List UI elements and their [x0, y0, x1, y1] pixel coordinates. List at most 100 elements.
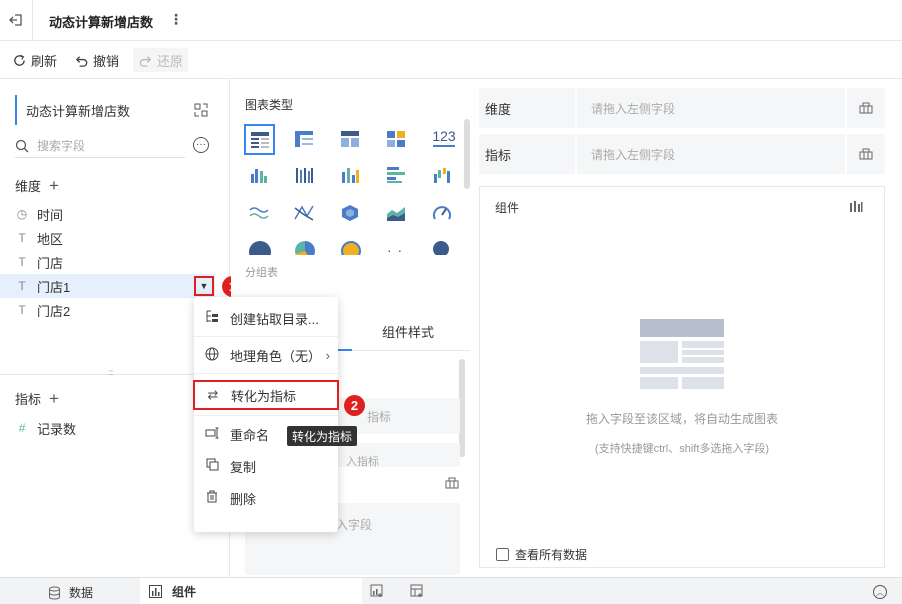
step-badge-2: 2	[344, 395, 365, 416]
tab-component-style[interactable]: 组件样式	[382, 322, 434, 341]
rename-icon	[204, 427, 220, 442]
dimension-shelf-label: 维度	[479, 88, 575, 128]
tooltip: 转化为指标	[287, 426, 358, 446]
add-component-icon[interactable]	[370, 584, 384, 601]
stacked-bar-icon[interactable]	[291, 162, 317, 188]
table-chart-icon[interactable]	[244, 124, 275, 155]
measure-title: 指标	[15, 392, 42, 407]
number-card-icon[interactable]: 123	[429, 124, 459, 150]
menu-divider	[194, 415, 338, 416]
undo-button[interactable]: 撤销	[74, 51, 119, 70]
scatter-chart-icon[interactable]: · ·	[387, 242, 403, 255]
dimension-header: 维度 +	[15, 176, 59, 195]
measure-shelf[interactable]: 请拖入左侧字段	[577, 134, 845, 174]
chart-icon	[149, 584, 162, 598]
more-options-icon[interactable]: ···	[193, 137, 209, 153]
dimension-title: 维度	[15, 179, 42, 194]
list-item[interactable]: ◷ 时间	[15, 202, 215, 226]
chart-type-title: 图表类型	[245, 98, 294, 112]
menu-item-delete[interactable]: 删除	[194, 482, 338, 514]
layout-icon[interactable]	[445, 477, 459, 492]
rose-chart-icon[interactable]	[295, 241, 315, 255]
tab-component[interactable]: 组件	[140, 578, 362, 604]
component-title: 组件	[495, 201, 520, 215]
collapse-icon[interactable]: ︿	[873, 585, 887, 599]
exit-button[interactable]	[0, 0, 33, 40]
chart-row-clipped: · ·	[243, 237, 468, 255]
view-all-data[interactable]: 查看所有数据	[496, 546, 587, 563]
text-icon: T	[18, 231, 26, 245]
menu-item-convert-to-measure[interactable]: ⇄ 转化为指标	[193, 380, 339, 410]
swap-icon: ⇄	[207, 387, 219, 402]
menu-item-create-drill[interactable]: 创建钻取目录...	[194, 302, 338, 334]
empty-chart-illustration	[640, 319, 725, 394]
switch-dataset-icon[interactable]	[194, 103, 208, 120]
dimension-shelf-layout-icon[interactable]	[847, 88, 885, 128]
kpi-card-icon[interactable]	[383, 126, 409, 152]
chevron-right-icon: ›	[325, 347, 330, 363]
redo-button[interactable]: 还原	[133, 48, 189, 72]
area-chart-icon[interactable]	[383, 200, 409, 226]
search-field[interactable]: 搜索字段	[15, 134, 185, 158]
bottom-tab-bar: 数据 组件 ︿	[0, 577, 902, 604]
dataset-selector[interactable]: 动态计算新增店数	[15, 95, 214, 125]
list-item-selected[interactable]: T 门店1	[0, 274, 215, 298]
cross-table-icon[interactable]	[291, 126, 317, 152]
horizontal-bar-icon[interactable]	[383, 162, 409, 188]
list-item[interactable]: # 记录数	[15, 416, 76, 440]
page-title: 动态计算新增店数	[49, 15, 154, 30]
measure-list: # 记录数	[15, 416, 76, 440]
text-icon: T	[18, 303, 26, 317]
top-bar: 动态计算新增店数 ⋮	[0, 0, 902, 41]
search-input[interactable]: 搜索字段	[37, 137, 85, 154]
waterfall-chart-icon[interactable]	[429, 162, 455, 188]
polygon-chart-icon[interactable]	[337, 200, 363, 226]
undo-icon	[75, 56, 88, 67]
bubble-chart-icon[interactable]	[433, 241, 449, 255]
globe-icon	[204, 347, 220, 364]
view-all-checkbox[interactable]	[496, 548, 509, 561]
refresh-button[interactable]: 刷新	[12, 51, 57, 70]
tab-data[interactable]: 数据	[48, 584, 93, 601]
chart-type-grid: 123 · ·	[243, 123, 468, 263]
more-menu-icon[interactable]: ⋮	[169, 11, 183, 28]
measure-header: 指标 +	[15, 389, 59, 408]
menu-item-copy[interactable]: 复制	[194, 450, 338, 482]
database-icon	[49, 586, 60, 600]
dimension-shelf[interactable]: 请拖入左侧字段	[577, 88, 845, 128]
detail-table-icon[interactable]	[337, 126, 363, 152]
dataset-name: 动态计算新增店数	[26, 103, 131, 119]
line-chart-icon[interactable]	[246, 200, 272, 226]
canvas-panel: 维度 请拖入左侧字段 指标 请拖入左侧字段 组件 拖入字段至该区域，将自动生成图…	[472, 79, 902, 577]
field-dropdown-button[interactable]: ▼	[194, 276, 214, 296]
text-icon: T	[18, 279, 26, 293]
redo-icon	[139, 55, 152, 67]
sunburst-chart-icon[interactable]	[341, 241, 361, 255]
menu-divider	[194, 373, 338, 374]
add-dashboard-icon[interactable]	[410, 584, 424, 601]
redo-label: 还原	[157, 53, 184, 69]
chart-settings-icon[interactable]	[849, 200, 863, 215]
add-dimension-icon[interactable]: +	[49, 177, 59, 194]
trash-icon	[204, 490, 220, 506]
group-table-caption: 分组表	[245, 267, 278, 279]
search-icon	[15, 139, 29, 152]
refresh-label: 刷新	[31, 54, 58, 69]
pie-chart-icon[interactable]	[249, 241, 271, 255]
measure-shelf-label: 指标	[479, 134, 575, 174]
list-item[interactable]: T 门店2	[15, 298, 215, 322]
add-measure-icon[interactable]: +	[49, 390, 59, 407]
resize-handle[interactable]: ::::	[108, 368, 114, 377]
list-item[interactable]: T 门店	[15, 250, 215, 274]
list-item[interactable]: T 地区	[15, 226, 215, 250]
measure-shelf-layout-icon[interactable]	[847, 134, 885, 174]
gauge-chart-icon[interactable]	[429, 200, 455, 226]
undo-label: 撤销	[93, 54, 120, 69]
component-canvas[interactable]: 组件 拖入字段至该区域，将自动生成图表 (支持快捷键ctrl、shift多选拖入…	[479, 186, 885, 568]
radar-line-icon[interactable]	[291, 200, 317, 226]
menu-divider	[194, 336, 338, 337]
column-chart-icon[interactable]	[337, 162, 363, 188]
exit-icon	[9, 14, 22, 26]
grouped-bar-icon[interactable]	[246, 162, 272, 188]
menu-item-geo-role[interactable]: 地理角色（无） ›	[194, 339, 338, 371]
